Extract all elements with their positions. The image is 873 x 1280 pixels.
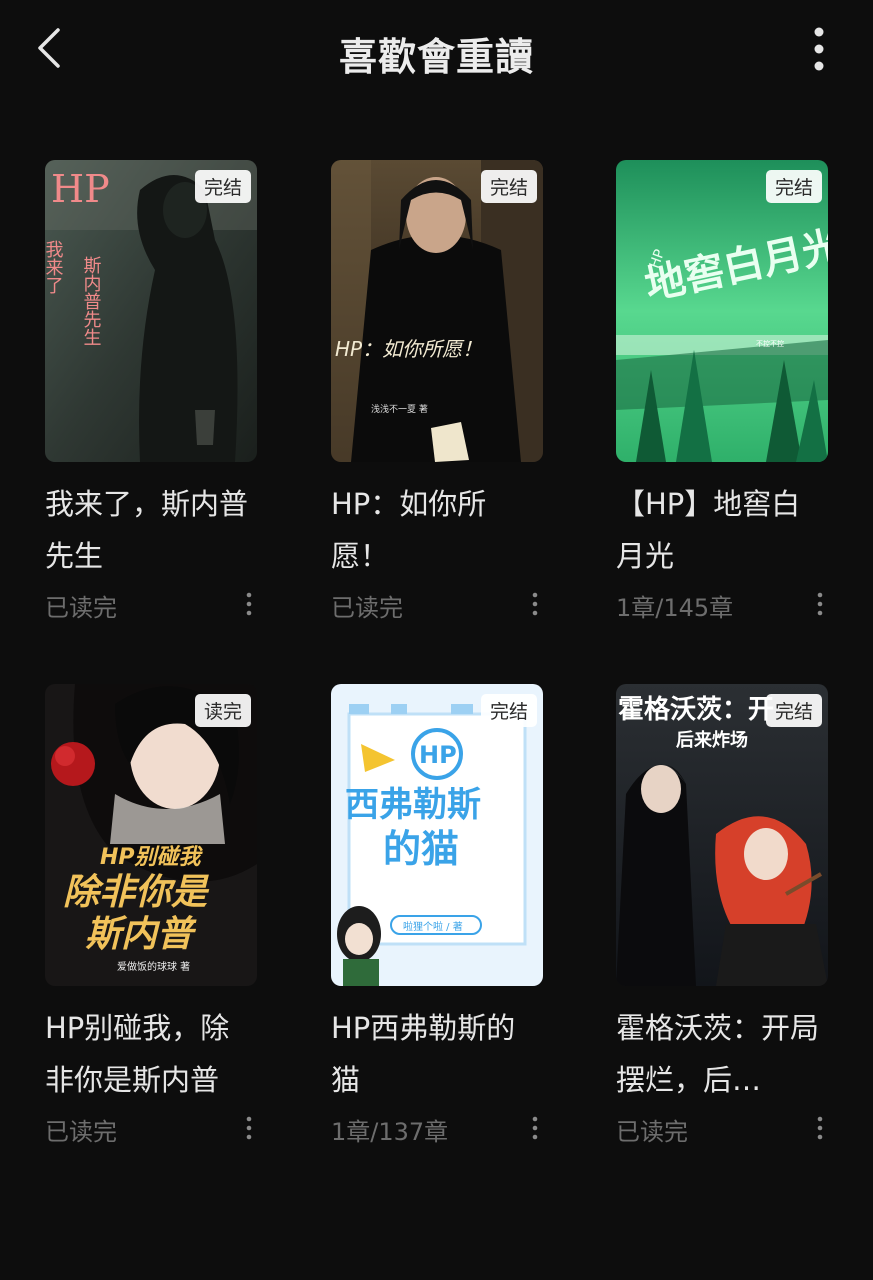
reading-progress: 1章/145章 [616, 594, 734, 622]
cover-small: 不控不控 [756, 339, 784, 348]
reading-progress: 已读完 [45, 1118, 117, 1146]
more-vertical-icon [817, 1116, 823, 1140]
book-menu-button[interactable] [241, 590, 257, 618]
book-menu-button[interactable] [527, 590, 543, 618]
book-cover[interactable]: 地窖白月光 HP 不控不控 完结 [616, 160, 828, 462]
more-vertical-icon [817, 592, 823, 616]
cover-art: HP别碰我 除非你是 斯内普 爱做饭的球球 著 [45, 684, 257, 986]
reading-progress: 已读完 [331, 594, 403, 622]
book-cover[interactable]: HP：如你所愿！ 浅浅不一夏 著 完结 [331, 160, 543, 462]
cover-art: 地窖白月光 HP 不控不控 [616, 160, 828, 462]
cover-author: 啦狸个啦 / 著 [403, 920, 463, 933]
reading-progress: 1章/137章 [331, 1118, 449, 1146]
more-vertical-icon [246, 1116, 252, 1140]
book-cover[interactable]: HP别碰我 除非你是 斯内普 爱做饭的球球 著 读完 [45, 684, 257, 986]
book-title[interactable]: 霍格沃茨：开局摆烂，后… [616, 1002, 828, 1106]
cover-line1: 霍格沃茨：开 [618, 694, 774, 725]
svg-text:HP: HP [51, 167, 110, 211]
status-badge: 完结 [480, 694, 537, 727]
book-menu-button[interactable] [812, 1114, 828, 1142]
book-menu-button[interactable] [527, 1114, 543, 1142]
cover-line2: 除非你是 [63, 872, 210, 913]
cover-text-left: 我来了 [45, 240, 64, 294]
cover-art: HP 西弗勒斯 的猫 啦狸个啦 / 著 [331, 684, 543, 986]
cover-title: HP：如你所愿！ [335, 337, 482, 361]
book-menu-button[interactable] [241, 1114, 257, 1142]
reading-progress: 已读完 [616, 1118, 688, 1146]
book-title[interactable]: HP：如你所愿！ [331, 478, 543, 582]
status-badge: 完结 [765, 170, 822, 203]
more-vertical-icon [532, 1116, 538, 1140]
book-cover[interactable]: HP 西弗勒斯 的猫 啦狸个啦 / 著 完结 [331, 684, 543, 986]
reading-progress: 已读完 [45, 594, 117, 622]
status-badge: 完结 [480, 170, 537, 203]
more-options-button[interactable] [803, 24, 835, 74]
status-badge: 读完 [194, 694, 251, 727]
cover-author: 爱做饭的球球 著 [117, 960, 190, 973]
more-vertical-icon [246, 592, 252, 616]
cover-art: HP 我来了 斯内普先生 [45, 160, 257, 462]
book-menu-button[interactable] [812, 590, 828, 618]
cover-line1: HP别碰我 [100, 844, 204, 870]
more-vertical-icon [814, 27, 824, 71]
cover-line3: 斯内普 [85, 914, 197, 955]
cover-tag: HP [419, 741, 457, 769]
status-badge: 完结 [194, 170, 251, 203]
book-title[interactable]: HP别碰我，除非你是斯内普 [45, 1002, 257, 1106]
page-title: 喜歡會重讀 [338, 35, 534, 79]
top-bar: 喜歡會重讀 [0, 0, 873, 100]
cover-author: 浅浅不一夏 著 [371, 403, 428, 415]
app-screen: 喜歡會重讀 HP 我来了 斯内普先生 完结 我来了，斯内普先生 已读完 HP：如… [0, 0, 873, 1280]
status-badge: 完结 [765, 694, 822, 727]
cover-art: 霍格沃茨：开 后来炸场 [616, 684, 828, 986]
book-title[interactable]: 我来了，斯内普先生 [45, 478, 257, 582]
book-cover[interactable]: HP 我来了 斯内普先生 完结 [45, 160, 257, 462]
book-title[interactable]: 【HP】地窖白月光 [616, 478, 828, 582]
book-title[interactable]: HP西弗勒斯的猫 [331, 1002, 543, 1106]
cover-text-right: 斯内普先生 [81, 256, 102, 346]
cover-line2: 的猫 [383, 827, 459, 871]
cover-line1: 西弗勒斯 [345, 785, 481, 825]
book-cover[interactable]: 霍格沃茨：开 后来炸场 完结 [616, 684, 828, 986]
more-vertical-icon [532, 592, 538, 616]
cover-line2: 后来炸场 [676, 729, 748, 751]
cover-art: HP：如你所愿！ 浅浅不一夏 著 [331, 160, 543, 462]
